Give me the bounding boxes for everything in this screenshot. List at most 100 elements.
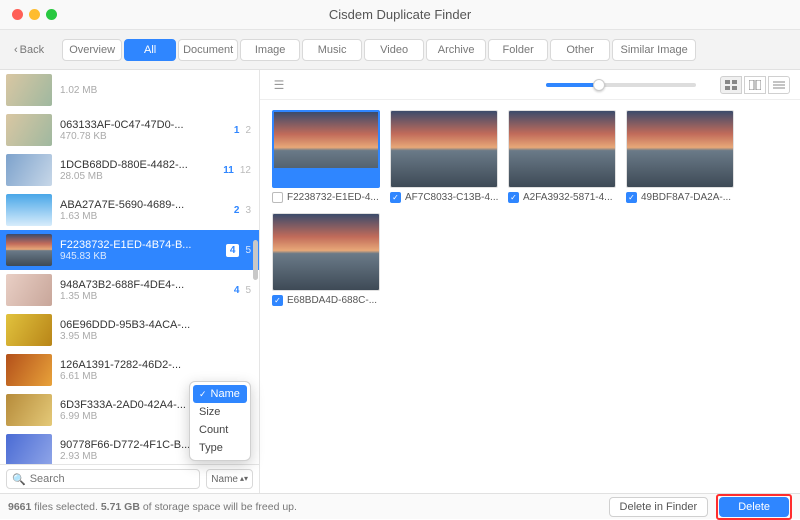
group-filename: ABA27A7E-5690-4689-...	[60, 199, 226, 211]
group-thumbnail	[6, 394, 52, 426]
card-label-row: F2238732-E1ED-4...	[272, 192, 380, 203]
group-selected-count: 11	[223, 165, 234, 176]
card-image[interactable]	[272, 110, 380, 188]
card-filename: F2238732-E1ED-4...	[287, 192, 379, 203]
tab-music[interactable]: Music	[302, 39, 362, 61]
group-filename: 948A73B2-688F-4DE4-...	[60, 279, 226, 291]
group-filename: 063133AF-0C47-47D0-...	[60, 119, 226, 131]
sort-option-name[interactable]: ✓Name	[193, 385, 247, 403]
card-label-row: ✓ A2FA3932-5871-4...	[508, 192, 616, 203]
view-mode-list-icon[interactable]	[768, 76, 790, 94]
group-filesize: 28.05 MB	[60, 171, 215, 182]
duplicate-group-item[interactable]: 948A73B2-688F-4DE4-...1.35 MB45	[0, 270, 259, 310]
group-meta: 126A1391-7282-46D2-...6.61 MB	[60, 359, 243, 382]
duplicate-card[interactable]: ✓ A2FA3932-5871-4...	[508, 110, 616, 203]
duplicate-card[interactable]: F2238732-E1ED-4...	[272, 110, 380, 203]
tab-image[interactable]: Image	[240, 39, 300, 61]
sidebar-footer: 🔍 Name ▴▾	[0, 464, 259, 493]
sort-option-size[interactable]: Size	[193, 403, 247, 421]
main-area: 1.02 MB063133AF-0C47-47D0-...470.78 KB12…	[0, 70, 800, 493]
group-meta: 1DCB68DD-880E-4482-...28.05 MB	[60, 159, 215, 182]
group-filesize: 470.78 KB	[60, 131, 226, 142]
maximize-window-icon[interactable]	[46, 9, 57, 20]
group-filesize: 3.95 MB	[60, 331, 243, 342]
group-selected-count: 1	[234, 125, 240, 136]
sort-option-label: Type	[199, 442, 223, 454]
card-checkbox[interactable]: ✓	[508, 192, 519, 203]
group-meta: 06E96DDD-95B3-4ACA-...3.95 MB	[60, 319, 243, 342]
group-thumbnail	[6, 74, 52, 106]
duplicate-card[interactable]: ✓E68BDA4D-688C-...	[272, 213, 380, 306]
group-counts: 12	[234, 125, 251, 136]
card-checkbox[interactable]	[272, 192, 283, 203]
group-thumbnail	[6, 194, 52, 226]
delete-in-finder-button[interactable]: Delete in Finder	[609, 497, 709, 517]
duplicate-group-item[interactable]: 1.02 MB	[0, 70, 259, 110]
duplicate-group-item[interactable]: 1DCB68DD-880E-4482-...28.05 MB1112	[0, 150, 259, 190]
group-filesize: 1.02 MB	[60, 85, 243, 96]
sort-option-label: Count	[199, 424, 228, 436]
slider-knob[interactable]	[593, 79, 605, 91]
group-thumbnail	[6, 274, 52, 306]
duplicate-group-item[interactable]: 06E96DDD-95B3-4ACA-...3.95 MB	[0, 310, 259, 350]
group-thumbnail	[6, 114, 52, 146]
selected-count: 9661	[8, 501, 31, 513]
scrollbar-thumb[interactable]	[253, 240, 258, 280]
duplicate-group-item[interactable]: F2238732-E1ED-4B74-B...945.83 KB45	[0, 230, 259, 270]
sort-label: Name	[211, 474, 238, 485]
card-image[interactable]	[272, 213, 380, 291]
back-button[interactable]: ‹ Back	[8, 40, 50, 60]
duplicate-card[interactable]: ✓AF7C8033-C13B-4...	[390, 110, 498, 203]
tab-video[interactable]: Video	[364, 39, 424, 61]
tab-other[interactable]: Other	[550, 39, 610, 61]
card-checkbox[interactable]: ✓	[272, 295, 283, 306]
delete-button[interactable]: Delete	[719, 497, 789, 517]
group-thumbnail	[6, 154, 52, 186]
sort-menu: ✓Name Size Count Type	[189, 381, 251, 461]
tab-archive[interactable]: Archive	[426, 39, 486, 61]
group-filesize: 1.63 MB	[60, 211, 226, 222]
group-meta: 063133AF-0C47-47D0-...470.78 KB	[60, 119, 226, 142]
duplicate-group-item[interactable]: ABA27A7E-5690-4689-...1.63 MB23	[0, 190, 259, 230]
group-total-count: 3	[245, 205, 251, 216]
group-thumbnail	[6, 434, 52, 464]
group-thumbnail	[6, 314, 52, 346]
group-filename: 1DCB68DD-880E-4482-...	[60, 159, 215, 171]
card-checkbox[interactable]: ✓	[390, 192, 401, 203]
group-total-count: 5	[245, 245, 251, 256]
duplicate-group-item[interactable]: 063133AF-0C47-47D0-...470.78 KB 12	[0, 110, 259, 150]
tab-overview[interactable]: Overview	[62, 39, 122, 61]
selection-band	[274, 168, 378, 186]
view-mode-grid-icon[interactable]	[720, 76, 742, 94]
card-image[interactable]	[508, 110, 616, 188]
sort-option-count[interactable]: Count	[193, 421, 247, 439]
card-filename: A2FA3932-5871-4...	[523, 192, 613, 203]
tab-all[interactable]: All	[124, 39, 176, 61]
status-bar: 9661 files selected. 5.71 GB of storage …	[0, 493, 800, 519]
card-label-row: ✓AF7C8033-C13B-4...	[390, 192, 498, 203]
sort-option-type[interactable]: Type	[193, 439, 247, 457]
close-window-icon[interactable]	[12, 9, 23, 20]
card-image[interactable]	[626, 110, 734, 188]
card-image[interactable]	[390, 110, 498, 188]
tab-folder[interactable]: Folder	[488, 39, 548, 61]
group-meta: 1.02 MB	[60, 85, 243, 96]
sort-stepper-icon: ▴▾	[240, 475, 248, 483]
group-selected-count: 4	[234, 285, 240, 296]
view-mode-column-icon[interactable]	[744, 76, 766, 94]
minimize-window-icon[interactable]	[29, 9, 40, 20]
duplicate-card[interactable]: ✓49BDF8A7-DA2A-...	[626, 110, 734, 203]
view-mode-group	[720, 76, 790, 94]
list-options-icon[interactable]: ☰	[270, 76, 288, 94]
search-box[interactable]: 🔍	[6, 469, 200, 489]
window-title: Cisdem Duplicate Finder	[329, 7, 471, 22]
check-icon: ✓	[199, 389, 207, 400]
card-checkbox[interactable]: ✓	[626, 192, 637, 203]
search-input[interactable]	[30, 473, 195, 485]
tab-document[interactable]: Document	[178, 39, 238, 61]
thumbnail-size-slider[interactable]	[546, 83, 696, 87]
sort-button[interactable]: Name ▴▾	[206, 469, 253, 489]
content-pane: ☰ F2238732-E1ED-4...✓AF7C8033-C13B-4...✓…	[260, 70, 800, 493]
tab-similar-image[interactable]: Similar Image	[612, 39, 696, 61]
group-meta: F2238732-E1ED-4B74-B...945.83 KB	[60, 239, 218, 262]
